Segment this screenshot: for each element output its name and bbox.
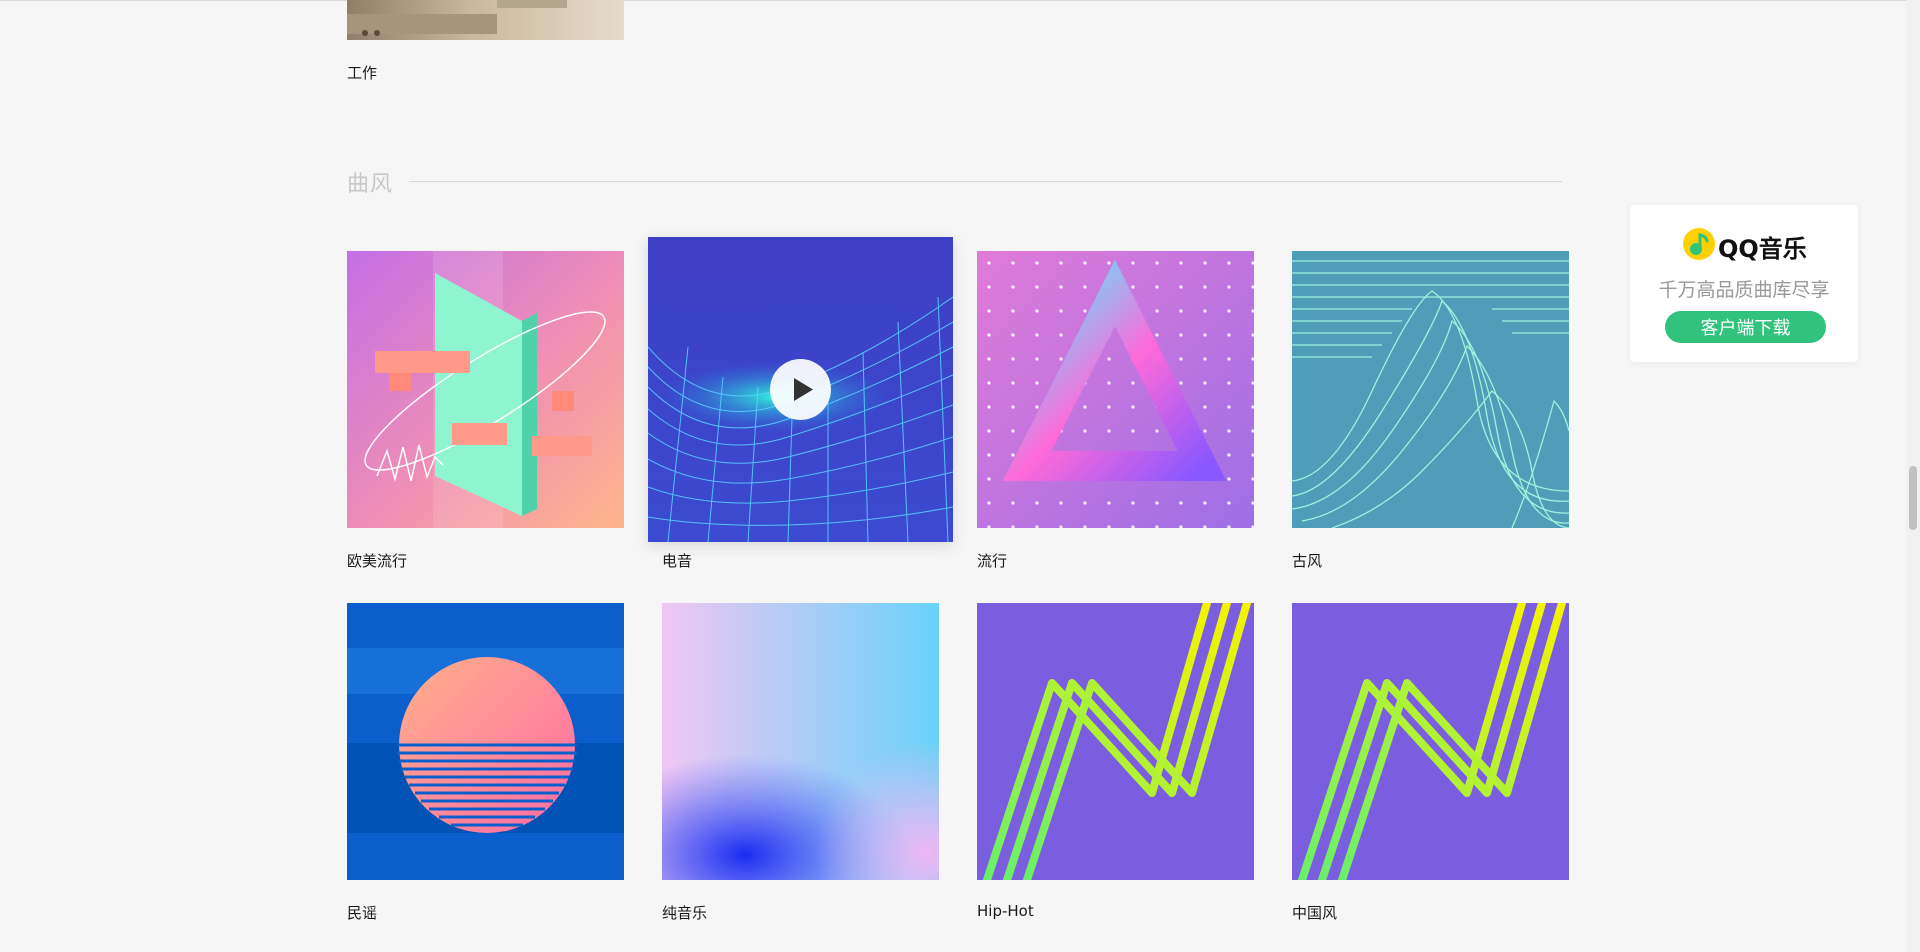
card-cover-pop[interactable]: [977, 251, 1254, 528]
genre-card-western-pop[interactable]: 欧美流行: [347, 251, 624, 571]
card-label-work[interactable]: 工作: [347, 62, 624, 83]
card-cover-ancient-style[interactable]: [1292, 251, 1569, 528]
card-label-ancient-style[interactable]: 古风: [1292, 550, 1569, 571]
card-cover-hiphop[interactable]: [977, 603, 1254, 880]
card-label-hiphop[interactable]: Hip-Hot: [977, 902, 1254, 920]
genre-card-ancient-style[interactable]: 古风: [1292, 251, 1569, 571]
card-label-chinese-style[interactable]: 中国风: [1292, 902, 1569, 923]
scrollbar-thumb[interactable]: [1909, 466, 1917, 530]
genre-card-instrumental[interactable]: 纯音乐: [662, 603, 939, 923]
qq-music-logo-icon: [1683, 228, 1715, 260]
card-label-instrumental[interactable]: 纯音乐: [662, 902, 939, 923]
card-label-folk[interactable]: 民谣: [347, 902, 624, 923]
client-download-button[interactable]: 客户端下载: [1665, 311, 1826, 343]
card-label-western-pop[interactable]: 欧美流行: [347, 550, 624, 571]
play-icon: [794, 378, 813, 401]
card-cover-instrumental[interactable]: [662, 603, 939, 880]
section-title: 曲风: [347, 172, 394, 197]
card-label-electronic[interactable]: 电音: [662, 550, 953, 571]
genre-card-folk[interactable]: 民谣: [347, 603, 624, 923]
ad-brand: QQ音乐: [1718, 235, 1807, 263]
playlist-card-work[interactable]: 工作: [347, 0, 624, 83]
play-button[interactable]: [770, 359, 831, 420]
card-cover-work[interactable]: [347, 0, 624, 40]
download-promo-card: QQ音乐 千万高品质曲库尽享 客户端下载: [1630, 205, 1858, 362]
genre-card-electronic[interactable]: 电音: [648, 237, 953, 571]
genre-card-chinese-style[interactable]: 中国风: [1292, 603, 1569, 923]
top-border: [0, 0, 1920, 1]
card-label-pop[interactable]: 流行: [977, 550, 1254, 571]
ad-slogan: 千万高品质曲库尽享: [1658, 279, 1830, 301]
page-scrollbar[interactable]: [1906, 0, 1920, 952]
card-cover-chinese-style[interactable]: [1292, 603, 1569, 880]
card-cover-folk[interactable]: [347, 603, 624, 880]
genre-card-pop[interactable]: 流行: [977, 251, 1254, 571]
section-divider: [409, 181, 1562, 182]
genre-card-hiphop[interactable]: Hip-Hot: [977, 603, 1254, 920]
card-cover-western-pop[interactable]: [347, 251, 624, 528]
